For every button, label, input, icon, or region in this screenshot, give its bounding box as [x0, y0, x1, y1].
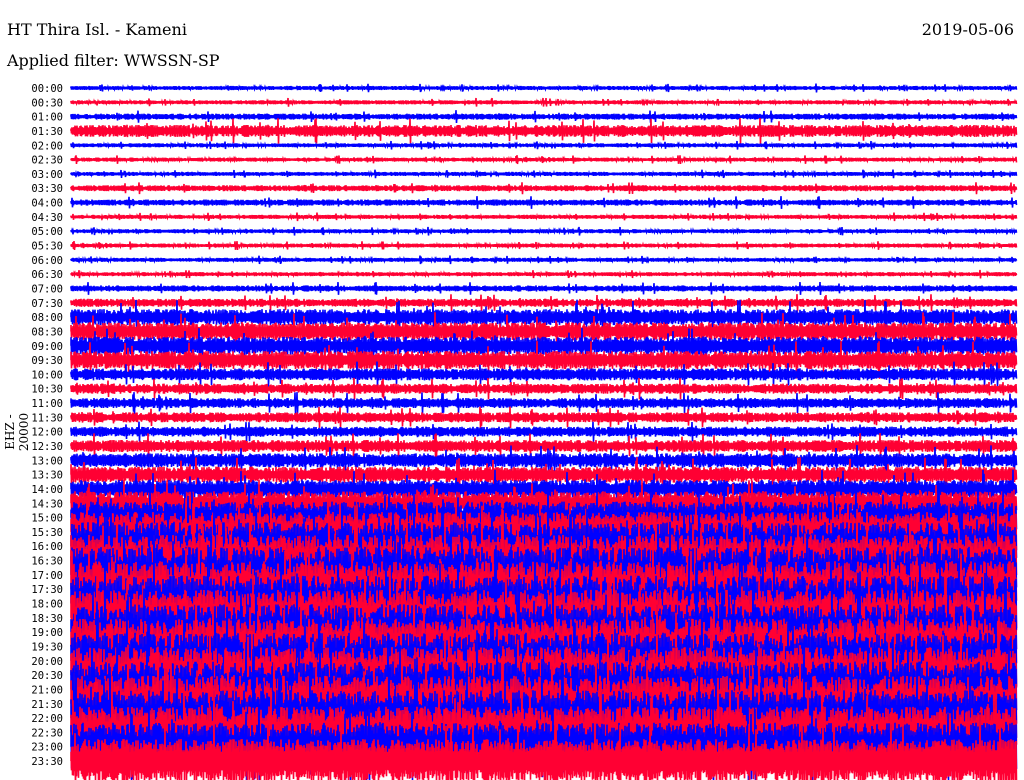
y-tick-label: 21:00 [31, 684, 63, 696]
y-tick-label: 16:30 [31, 556, 63, 568]
y-tick-label: 01:30 [31, 126, 63, 138]
seismic-trace-0430 [70, 212, 1018, 222]
y-tick-label: 18:00 [31, 599, 63, 611]
y-tick-label: 08:00 [31, 312, 63, 324]
y-tick-label: 19:00 [31, 627, 63, 639]
y-tick-label: 20:30 [31, 670, 63, 682]
y-tick-label: 12:00 [31, 427, 63, 439]
y-tick-label: 00:00 [31, 83, 63, 95]
y-tick-label: 07:00 [31, 283, 63, 295]
y-tick-label: 18:30 [31, 613, 63, 625]
seismic-trace-1130 [70, 406, 1018, 429]
y-tick-label: 17:30 [31, 584, 63, 596]
y-tick-label: 07:30 [31, 298, 63, 310]
y-tick-label: 06:00 [31, 255, 63, 267]
seismic-trace-0630 [70, 269, 1018, 279]
y-tick-label: 12:30 [31, 441, 63, 453]
y-tick-label: 04:30 [31, 212, 63, 224]
y-tick-label: 10:30 [31, 384, 63, 396]
y-tick-label: 23:00 [31, 742, 63, 754]
y-tick-label: 09:30 [31, 355, 63, 367]
y-tick-label: 15:00 [31, 513, 63, 525]
seismic-trace-0400 [70, 196, 1018, 209]
seismic-trace-0130 [70, 117, 1018, 144]
y-tick-label: 05:30 [31, 241, 63, 253]
seismic-trace-0500 [70, 226, 1018, 236]
seismic-trace-0030 [70, 97, 1018, 107]
y-tick-label: 02:30 [31, 155, 63, 167]
helicorder-plot: 00:00 00:30 01:00 01:30 02:00 02:30 03:00 03:30… [31, 83, 1018, 780]
y-tick-label: 06:30 [31, 269, 63, 281]
y-tick-label: 11:30 [31, 412, 63, 424]
seismic-trace-1200 [70, 421, 1018, 442]
seismic-trace-0600 [70, 255, 1018, 265]
y-tick-label: 11:00 [31, 398, 63, 410]
y-tick-label: 19:30 [31, 641, 63, 653]
seismic-trace-0730 [70, 294, 1018, 312]
y-tick-label: 14:30 [31, 498, 63, 510]
seismic-trace-0000 [70, 83, 1018, 93]
seismic-trace-0100 [70, 110, 1018, 124]
y-tick-label: 23:30 [31, 756, 63, 768]
y-tick-label: 21:30 [31, 699, 63, 711]
y-tick-label: 22:00 [31, 713, 63, 725]
seismic-trace-0300 [70, 169, 1018, 179]
y-tick-label: 15:30 [31, 527, 63, 539]
y-tick-label: 09:00 [31, 341, 63, 353]
y-tick-label: 14:00 [31, 484, 63, 496]
y-tick-label: 16:00 [31, 541, 63, 553]
y-tick-label: 22:30 [31, 727, 63, 739]
y-tick-label: 04:00 [31, 198, 63, 210]
seismic-trace-0530 [70, 241, 1018, 250]
y-tick-label: 05:00 [31, 226, 63, 238]
seismic-trace-0330 [70, 182, 1018, 195]
y-tick-label: 01:00 [31, 112, 63, 124]
seismic-trace-1030 [70, 377, 1018, 400]
y-tick-label: 13:00 [31, 455, 63, 467]
seismic-trace-0700 [70, 281, 1018, 295]
y-tick-label: 17:00 [31, 570, 63, 582]
y-tick-label: 10:00 [31, 369, 63, 381]
y-tick-label: 00:30 [31, 97, 63, 109]
y-tick-label: 02:00 [31, 140, 63, 152]
y-tick-label: 13:30 [31, 470, 63, 482]
y-tick-label: 20:00 [31, 656, 63, 668]
y-tick-label: 08:30 [31, 326, 63, 338]
seismic-trace-0200 [70, 140, 1018, 150]
seismic-trace-0230 [70, 155, 1018, 165]
y-tick-label: 03:30 [31, 183, 63, 195]
y-tick-label: 03:00 [31, 169, 63, 181]
